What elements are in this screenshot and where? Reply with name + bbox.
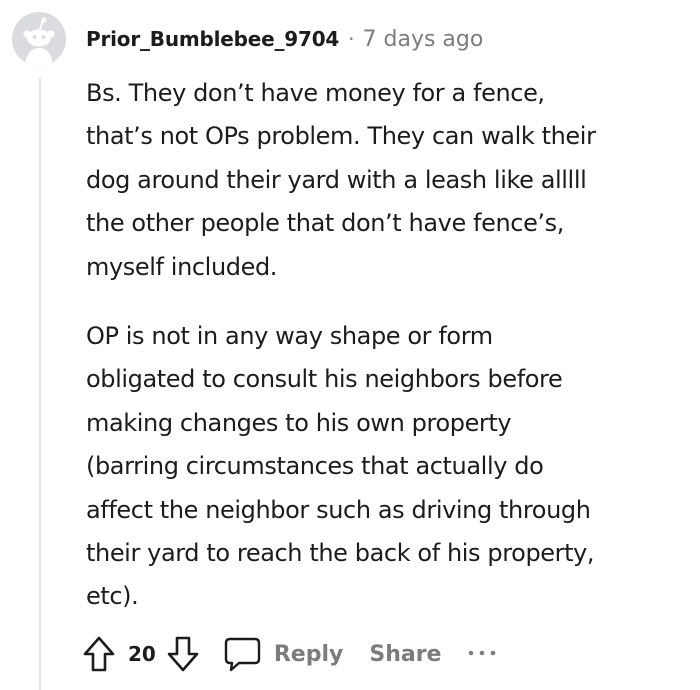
ellipsis-icon[interactable] bbox=[467, 648, 497, 660]
comment-paragraph-1: Bs. They don’t have money for a fence, t… bbox=[86, 79, 596, 281]
comment-paragraph-2: OP is not in any way shape or form oblig… bbox=[86, 322, 595, 611]
share-button[interactable]: Share bbox=[369, 642, 441, 667]
thread-line[interactable] bbox=[39, 78, 41, 690]
author-username[interactable]: Prior_Bumblebee_9704 bbox=[86, 27, 339, 51]
comment-actions: 20 Reply Share bbox=[82, 630, 497, 678]
upvote-arrow-icon[interactable] bbox=[82, 635, 116, 673]
avatar[interactable] bbox=[12, 12, 66, 66]
downvote-arrow-icon[interactable] bbox=[166, 635, 200, 673]
reply-button[interactable]: Reply bbox=[222, 635, 344, 673]
comment-header: Prior_Bumblebee_9704 · 7 days ago bbox=[86, 24, 483, 54]
snoo-avatar-icon bbox=[12, 12, 66, 66]
vote-count: 20 bbox=[128, 642, 156, 666]
header-separator: · bbox=[348, 27, 355, 51]
reply-label: Reply bbox=[273, 641, 344, 667]
comment-timestamp[interactable]: 7 days ago bbox=[363, 27, 484, 52]
speech-bubble-icon bbox=[222, 635, 262, 673]
comment-body: Bs. They don’t have money for a fence, t… bbox=[86, 72, 686, 619]
